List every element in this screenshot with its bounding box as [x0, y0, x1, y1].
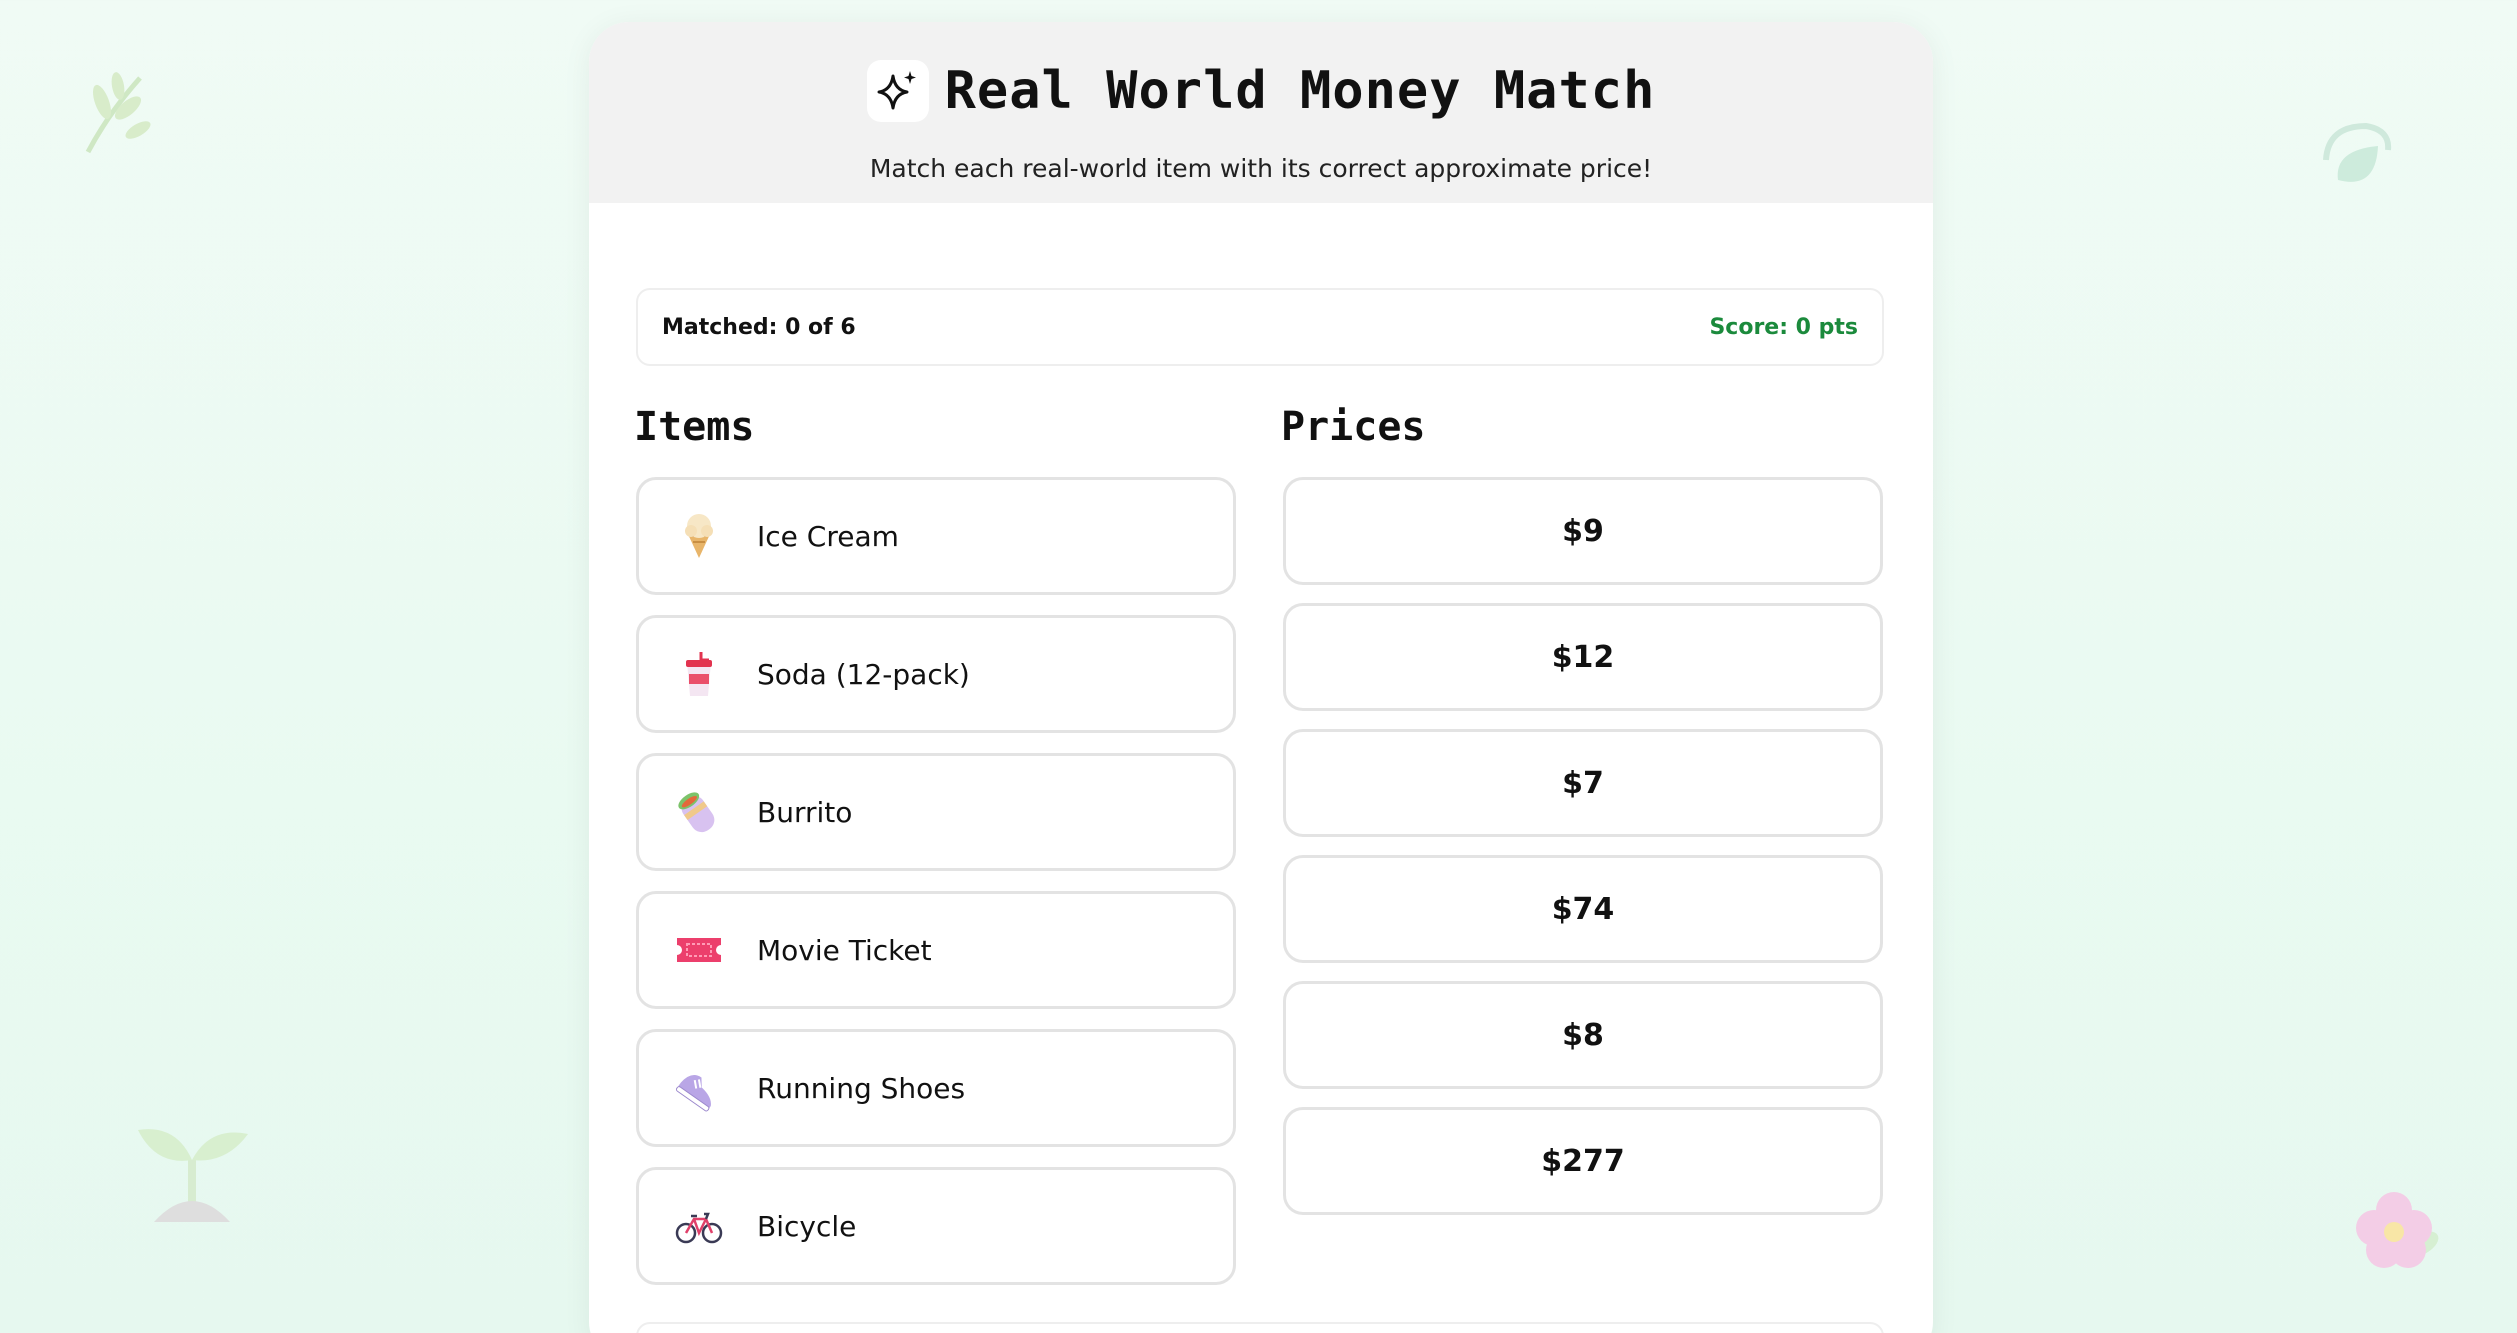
soda-cup-icon	[675, 650, 723, 698]
title-row: Real World Money Match	[589, 60, 1933, 122]
items-heading: Items	[634, 404, 755, 450]
item-card-ice-cream[interactable]: Ice Cream	[636, 477, 1236, 595]
price-card[interactable]: $9	[1283, 477, 1883, 585]
price-card[interactable]: $8	[1283, 981, 1883, 1089]
flower-decoration-icon	[2350, 1186, 2450, 1280]
running-shoe-icon	[675, 1064, 723, 1112]
burrito-icon	[675, 788, 723, 836]
leaf-swirl-decoration-icon	[2318, 120, 2398, 204]
price-card[interactable]: $7	[1283, 729, 1883, 837]
prices-heading: Prices	[1281, 404, 1426, 450]
item-card-burrito[interactable]: Burrito	[636, 753, 1236, 871]
item-card-bicycle[interactable]: Bicycle	[636, 1167, 1236, 1285]
game-header: Real World Money Match Match each real-w…	[589, 22, 1933, 203]
leaf-sprig-decoration-icon	[78, 64, 158, 160]
price-card[interactable]: $277	[1283, 1107, 1883, 1215]
ice-cream-icon	[675, 512, 723, 560]
sparkle-icon	[866, 60, 929, 122]
item-label: Burrito	[757, 795, 853, 829]
page-title: Real World Money Match	[944, 61, 1656, 121]
bicycle-icon	[675, 1202, 723, 1250]
page-subtitle: Match each real-world item with its corr…	[869, 154, 1653, 183]
status-bar: Matched: 0 of 6 Score: 0 pts	[636, 288, 1884, 366]
item-label: Soda (12-pack)	[757, 657, 970, 691]
item-card-soda[interactable]: Soda (12-pack)	[636, 615, 1236, 733]
ticket-icon	[675, 926, 723, 974]
game-card: Real World Money Match Match each real-w…	[589, 22, 1933, 1333]
item-label: Movie Ticket	[757, 933, 932, 967]
item-card-running-shoes[interactable]: Running Shoes	[636, 1029, 1236, 1147]
matched-counter: Matched: 0 of 6	[662, 314, 856, 340]
price-card[interactable]: $12	[1283, 603, 1883, 711]
item-label: Bicycle	[757, 1209, 857, 1243]
bottom-panel	[636, 1322, 1884, 1333]
item-label: Running Shoes	[757, 1071, 966, 1105]
item-card-movie-ticket[interactable]: Movie Ticket	[636, 891, 1236, 1009]
score-display: Score: 0 pts	[1709, 314, 1858, 340]
sprout-decoration-icon	[136, 1110, 250, 1226]
price-card[interactable]: $74	[1283, 855, 1883, 963]
item-label: Ice Cream	[757, 519, 899, 553]
